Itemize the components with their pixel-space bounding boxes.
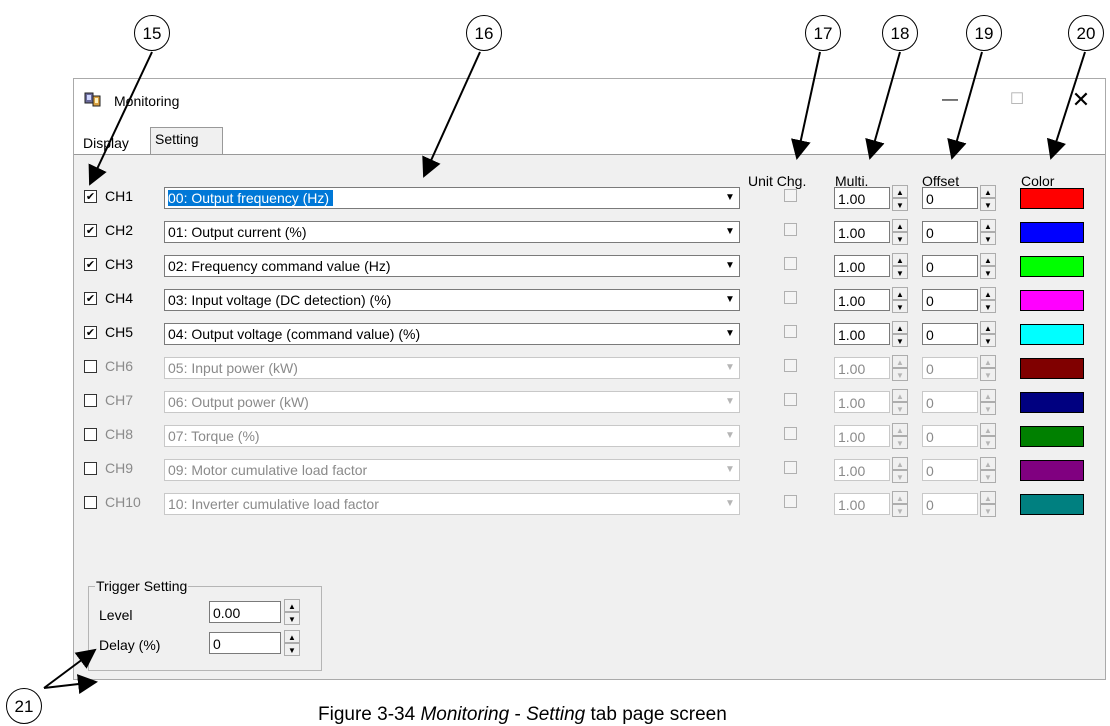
callout-20: 20 — [1068, 15, 1104, 51]
callout-16: 16 — [466, 15, 502, 51]
figure-caption: Figure 3-34 Monitoring - Setting tab pag… — [318, 704, 727, 725]
arrow-20 — [1046, 51, 1086, 160]
arrow-18 — [865, 51, 901, 160]
callout-19: 19 — [966, 15, 1002, 51]
arrow-16 — [422, 51, 481, 178]
arrow-17 — [791, 51, 821, 160]
arrow-15 — [88, 51, 153, 186]
callout-15: 15 — [134, 15, 170, 51]
callout-17: 17 — [805, 15, 841, 51]
callout-18: 18 — [882, 15, 918, 51]
arrow-19 — [947, 51, 983, 160]
callout-arrows — [43, 51, 1086, 694]
callout-21: 21 — [6, 688, 42, 724]
